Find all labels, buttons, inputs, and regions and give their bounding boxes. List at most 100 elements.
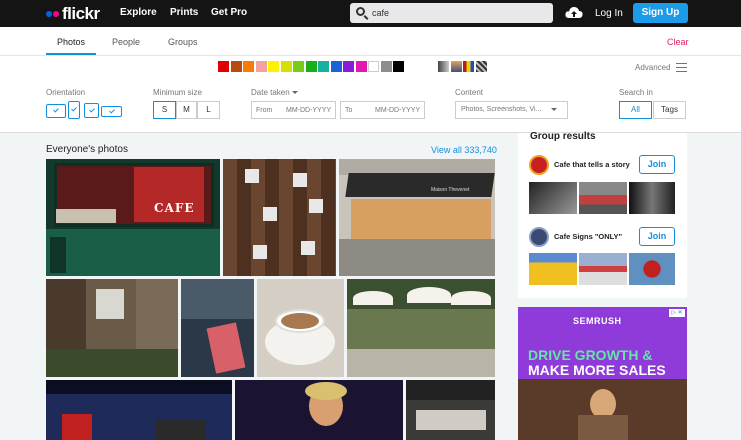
photo-detail [281,313,319,329]
photo-detail [62,414,92,440]
photo-cafe-window[interactable]: CAFE [46,159,220,276]
sliders-icon[interactable] [676,63,687,72]
search-input[interactable]: cafe [350,3,553,23]
search-in-tags-button[interactable]: Tags [653,101,686,119]
color-swatch[interactable] [268,61,279,72]
color-swatch[interactable] [218,61,229,72]
group-thumb[interactable] [629,253,675,285]
shallow-depth-filter[interactable] [450,61,462,72]
group-thumb[interactable] [529,182,577,214]
photo-detail [156,420,206,440]
date-to-field[interactable]: To MM-DD-YYYY [340,101,425,119]
search-icon [356,7,365,16]
photo-detail [345,173,495,197]
group-avatar-cafe-story[interactable] [529,155,549,175]
photo-detail [407,287,451,303]
color-swatch[interactable] [280,61,292,72]
photo-coffee-cup[interactable] [257,279,344,377]
black-white-filter[interactable] [438,61,449,72]
photo-cafe-umbrellas[interactable] [347,279,495,377]
flickr-logo[interactable]: flickr [46,4,100,23]
photo-detail [223,159,336,276]
join-button-cafe-story[interactable]: Join [639,155,675,174]
photo-cafe-counter[interactable] [406,380,495,440]
photo-detail [406,380,495,400]
photo-detail [309,199,323,213]
color-swatch[interactable] [343,61,354,72]
group-name-cafe-story[interactable]: Cafe that tells a story [554,160,630,169]
color-swatch[interactable] [293,61,304,72]
photo-cafe-portrait[interactable] [235,380,403,440]
photo-cafe-magazines[interactable] [181,279,254,377]
photo-detail [305,382,347,400]
nav-get-pro[interactable]: Get Pro [211,7,247,18]
advertisement-banner[interactable]: ▷ ✕ SEMRUSH DRIVE GROWTH & MAKE MORE SAL… [518,307,687,440]
tab-groups[interactable]: Groups [168,37,198,47]
log-in-link[interactable]: Log In [595,8,623,19]
color-swatch[interactable] [318,61,329,72]
size-large-button[interactable]: L [197,101,220,119]
size-small-button[interactable]: S [153,101,176,119]
tab-photos[interactable]: Photos [57,37,85,47]
group-thumb[interactable] [529,253,577,285]
photo-detail [181,279,254,319]
size-medium-button[interactable]: M [176,101,197,119]
chevron-down-icon [291,91,298,95]
color-swatches [218,61,404,72]
date-to-label: To [345,107,353,114]
photo-cafe-interior[interactable] [46,380,232,440]
clear-filters-link[interactable]: Clear [667,37,689,47]
color-swatch[interactable] [305,61,317,72]
photo-detail [46,229,220,276]
advanced-link[interactable]: Advanced [635,63,671,72]
photo-detail [263,207,277,221]
minimum-size-label: Minimum size [153,88,202,97]
upload-cloud-icon[interactable] [565,5,583,21]
orientation-portrait-checkbox[interactable] [68,101,80,119]
content-select[interactable]: Photos, Screenshots, Vi... [455,101,568,119]
color-swatch[interactable] [330,61,342,72]
group-thumb[interactable] [579,253,627,285]
photo-detail [56,209,116,223]
patterns-filter[interactable] [475,61,487,72]
color-swatch[interactable] [368,61,379,72]
date-taken-label[interactable]: Date taken [251,88,298,97]
photo-cafe-storefront[interactable]: Maison Thevenet [339,159,495,276]
color-swatch[interactable] [243,61,254,72]
group-name-cafe-signs[interactable]: Cafe Signs "ONLY" [554,232,622,241]
photo-cafe-alley[interactable] [46,279,178,377]
color-swatch[interactable] [255,61,267,72]
logo-pink-dot [53,10,59,17]
cafe-sign-text: CAFE [154,201,195,215]
minimal-filter[interactable] [463,61,474,72]
tab-people[interactable]: People [112,37,140,47]
search-in-label: Search in [619,88,653,97]
view-all-link[interactable]: View all 333,740 [431,145,497,155]
ad-choices-icon[interactable]: ▷ ✕ [669,309,685,317]
photo-detail [353,291,393,305]
color-swatch[interactable] [230,61,242,72]
group-thumb[interactable] [579,182,627,214]
logo-text: flickr [62,3,100,23]
search-in-all-button[interactable]: All [619,101,652,119]
date-to-placeholder: MM-DD-YYYY [375,107,421,114]
ad-headline-line1: DRIVE GROWTH & [528,347,653,363]
section-title: Everyone's photos [46,144,128,155]
photo-detail [46,349,178,377]
group-thumb[interactable] [629,182,675,214]
nav-prints[interactable]: Prints [170,7,198,18]
color-swatch[interactable] [393,61,404,72]
date-from-field[interactable]: From MM-DD-YYYY [251,101,336,119]
group-avatar-cafe-signs[interactable] [529,227,549,247]
nav-explore[interactable]: Explore [120,7,157,18]
ad-photo-person-body [578,415,628,440]
join-button-cafe-signs[interactable]: Join [639,227,675,246]
color-swatch[interactable] [380,61,392,72]
group-results-title: Group results [530,131,596,142]
sign-up-button[interactable]: Sign Up [633,3,688,23]
orientation-landscape-checkbox[interactable] [46,104,66,118]
orientation-square-checkbox[interactable] [84,103,99,118]
color-swatch[interactable] [355,61,367,72]
photo-cafe-tables-above[interactable] [223,159,336,276]
orientation-panorama-checkbox[interactable] [101,106,122,117]
